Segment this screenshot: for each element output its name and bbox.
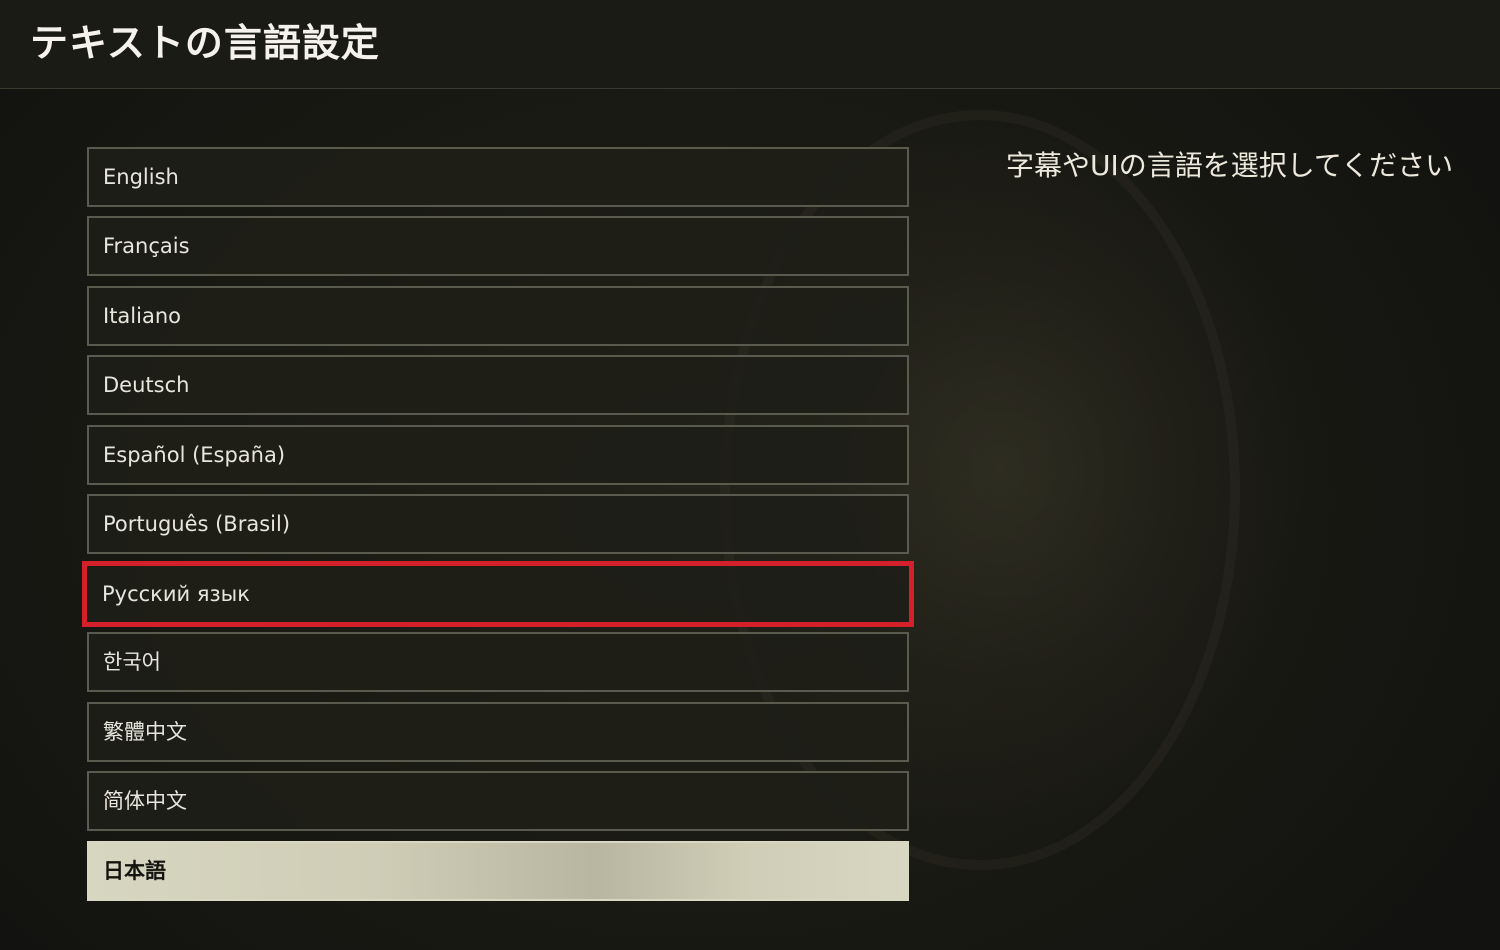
language-label: 日本語 bbox=[103, 859, 166, 883]
language-option-traditional-chinese[interactable]: 繁體中文 bbox=[87, 702, 909, 762]
language-label: 简体中文 bbox=[103, 789, 187, 813]
header-bar: テキストの言語設定 bbox=[0, 0, 1500, 89]
language-option-french[interactable]: Français bbox=[87, 216, 909, 276]
language-label: Deutsch bbox=[103, 373, 190, 397]
language-label: English bbox=[103, 165, 179, 189]
language-option-english[interactable]: English bbox=[87, 147, 909, 207]
language-label: Português (Brasil) bbox=[103, 512, 291, 536]
language-label: 繁體中文 bbox=[103, 720, 187, 744]
language-label: Español (España) bbox=[103, 443, 286, 467]
language-option-japanese[interactable]: 日本語 bbox=[87, 841, 909, 901]
page-title: テキストの言語設定 bbox=[30, 21, 380, 65]
language-label: Русский язык bbox=[102, 582, 250, 606]
language-option-simplified-chinese[interactable]: 简体中文 bbox=[87, 771, 909, 831]
language-option-german[interactable]: Deutsch bbox=[87, 355, 909, 415]
language-label: Italiano bbox=[103, 304, 181, 328]
language-option-korean[interactable]: 한국어 bbox=[87, 632, 909, 692]
language-label: 한국어 bbox=[103, 650, 161, 674]
language-option-portuguese-brazil[interactable]: Português (Brasil) bbox=[87, 494, 909, 554]
language-option-italian[interactable]: Italiano bbox=[87, 286, 909, 346]
language-option-spanish-spain[interactable]: Español (España) bbox=[87, 425, 909, 485]
language-option-russian[interactable]: Русский язык bbox=[82, 561, 914, 627]
language-label: Français bbox=[103, 234, 190, 258]
instruction-text: 字幕やUIの言語を選択してください bbox=[1006, 149, 1454, 182]
